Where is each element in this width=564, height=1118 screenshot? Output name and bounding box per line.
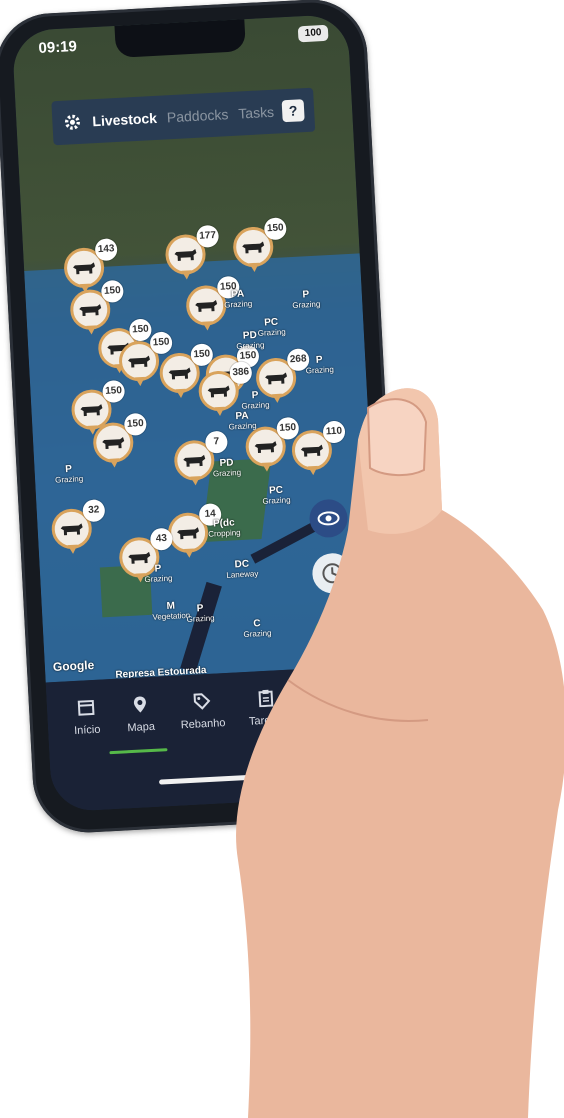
hand — [236, 388, 564, 1118]
paddock-code: P — [315, 354, 323, 366]
paddock-use: Grazing — [186, 613, 215, 624]
herd-marker[interactable]: 150 — [232, 217, 287, 274]
paddock-code: PC — [263, 316, 279, 329]
help-button[interactable]: ? — [281, 99, 305, 123]
gear-icon[interactable] — [62, 112, 83, 133]
herd-marker-tail — [202, 321, 213, 331]
top-tab-bar: Livestock Paddocks Tasks ? — [51, 87, 316, 146]
battery-icon: 100 — [297, 24, 329, 43]
herd-marker[interactable]: 143 — [63, 238, 118, 295]
paddock-label[interactable]: P Grazing — [144, 563, 173, 585]
nav-rebanho[interactable]: Rebanho — [171, 691, 235, 732]
paddock-code: M — [166, 600, 176, 612]
paddock-label[interactable]: P Grazing — [186, 603, 215, 625]
cow-icon — [177, 527, 200, 540]
herd-count-badge: 143 — [94, 238, 118, 262]
paddock-label[interactable]: PA Grazing — [223, 289, 252, 310]
herd-marker-tail — [134, 376, 146, 387]
herd-count-badge: 177 — [196, 224, 220, 248]
herd-count-badge: 150 — [263, 217, 287, 241]
calendar-icon — [77, 699, 95, 716]
cow-icon — [128, 551, 151, 564]
herd-marker-tail — [214, 406, 226, 417]
herd-marker[interactable]: 150 — [185, 275, 240, 333]
cow-icon — [168, 367, 191, 380]
paddock-use: Grazing — [144, 573, 173, 585]
cow-icon — [195, 300, 218, 312]
tag-icon — [193, 693, 211, 710]
tab-livestock[interactable]: Livestock — [92, 110, 157, 129]
paddock-code: PA — [230, 288, 245, 301]
cow-icon — [174, 249, 197, 261]
cow-icon — [79, 304, 102, 317]
paddock-use: Vegetation — [152, 610, 191, 622]
nav-label: Mapa — [127, 720, 156, 735]
paddock-use: Grazing — [223, 299, 253, 310]
herd-marker-tail — [109, 458, 120, 468]
paddock-use: Grazing — [236, 340, 265, 351]
nav-label: Início — [73, 723, 101, 738]
paddock-use: Grazing — [54, 474, 84, 485]
notch — [114, 19, 246, 58]
herd-marker-tail — [190, 476, 201, 486]
herd-marker-tail — [181, 270, 192, 280]
herd-marker[interactable]: 150 — [158, 343, 214, 400]
herd-marker[interactable]: 7 — [173, 430, 228, 487]
paddock-label[interactable]: M Vegetation — [152, 601, 191, 623]
paddock-label[interactable]: P Grazing — [54, 464, 83, 485]
herd-marker[interactable]: 150 — [118, 331, 173, 388]
tab-tasks[interactable]: Tasks — [238, 104, 275, 122]
cow-icon — [60, 523, 83, 536]
active-tab-indicator — [109, 748, 168, 755]
paddock-code: PD — [242, 329, 258, 342]
cow-icon — [242, 241, 265, 254]
nav-label: Rebanho — [180, 717, 226, 732]
paddock-code: P — [302, 289, 310, 301]
herd-marker-tail — [67, 544, 79, 555]
herd-marker-tail — [249, 262, 260, 273]
paddock-label[interactable]: P Grazing — [292, 289, 321, 311]
cow-icon — [183, 454, 206, 467]
cow-icon — [73, 262, 96, 275]
herd-marker[interactable]: 150 — [92, 412, 147, 470]
herd-marker[interactable]: 14 — [167, 503, 222, 560]
cow-icon — [80, 404, 103, 417]
herd-marker[interactable]: 32 — [50, 499, 106, 556]
map-pin-icon — [133, 696, 146, 713]
cow-icon — [102, 437, 125, 449]
paddock-label[interactable]: PD Grazing — [236, 329, 265, 352]
paddock-code: P — [196, 603, 204, 615]
herd-marker-tail — [86, 325, 97, 335]
tab-paddocks[interactable]: Paddocks — [166, 106, 228, 125]
paddock-code: P — [65, 463, 73, 476]
cow-icon — [128, 355, 150, 368]
status-time: 09:19 — [38, 37, 78, 57]
nav-mapa[interactable]: Mapa — [109, 694, 173, 735]
paddock-use: Grazing — [292, 299, 321, 311]
paddock-use: Grazing — [305, 364, 334, 376]
herd-marker[interactable]: 177 — [164, 224, 220, 282]
google-attribution: Google — [52, 657, 95, 675]
paddock-code: P — [154, 563, 162, 575]
paddock-label[interactable]: P Grazing — [305, 355, 334, 376]
herd-marker-tail — [175, 388, 187, 399]
herd-marker-tail — [183, 548, 195, 559]
